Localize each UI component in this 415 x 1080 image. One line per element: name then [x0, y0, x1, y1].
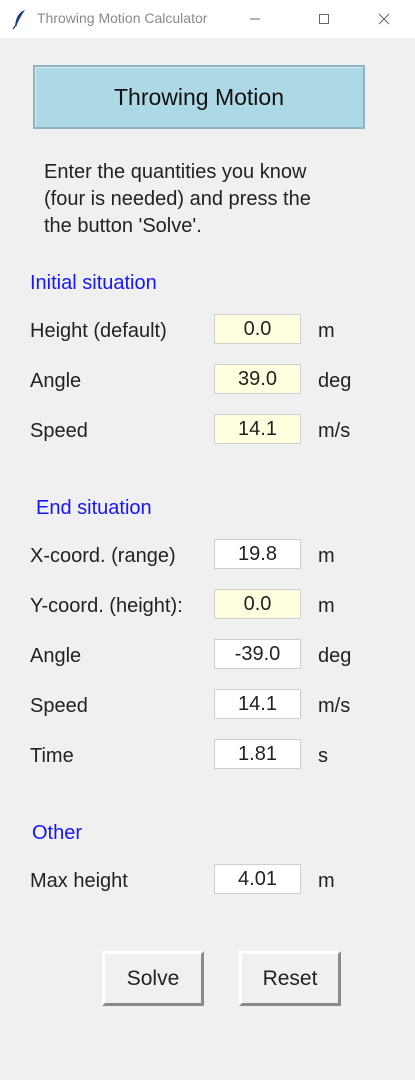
initial-speed-label: Speed [30, 420, 88, 442]
maximize-button[interactable] [301, 0, 347, 38]
initial-speed-unit: m/s [318, 420, 351, 442]
initial-height-unit: m [318, 320, 335, 342]
initial-angle-label: Angle [30, 370, 82, 392]
initial-situation-heading: Initial situation [30, 272, 157, 294]
end-speed-input[interactable] [214, 689, 301, 719]
minimize-icon [250, 18, 260, 20]
max-height-label: Max height [30, 870, 128, 892]
initial-angle-unit: deg [318, 370, 352, 392]
end-angle-unit: deg [318, 645, 352, 667]
end-angle-input[interactable] [214, 639, 301, 669]
end-speed-label: Speed [30, 695, 88, 717]
close-button[interactable] [361, 0, 407, 38]
instructions-text: Enter the quantities you know (four is n… [44, 161, 311, 237]
end-x-unit: m [318, 545, 335, 567]
end-y-label: Y-coord. (height): [30, 595, 183, 617]
end-y-input[interactable] [214, 589, 301, 619]
end-x-label: X-coord. (range) [30, 545, 176, 567]
end-y-unit: m [318, 595, 335, 617]
close-icon [378, 13, 390, 25]
max-height-unit: m [318, 870, 335, 892]
end-speed-unit: m/s [318, 695, 351, 717]
solve-button[interactable]: Solve [102, 951, 204, 1006]
other-heading: Other [32, 822, 83, 844]
title-bar: Throwing Motion Calculator [0, 0, 415, 38]
max-height-input[interactable] [214, 864, 301, 894]
window-title: Throwing Motion Calculator [37, 10, 208, 26]
end-x-input[interactable] [214, 539, 301, 569]
initial-angle-input[interactable] [214, 364, 301, 394]
maximize-icon [319, 14, 329, 24]
app-heading: Throwing Motion [33, 65, 365, 129]
end-time-label: Time [30, 745, 74, 767]
end-time-unit: s [318, 745, 328, 767]
initial-height-label: Height (default) [30, 320, 167, 342]
feather-icon [12, 9, 28, 30]
end-situation-heading: End situation [36, 497, 152, 519]
minimize-button[interactable] [232, 0, 278, 38]
initial-speed-input[interactable] [214, 414, 301, 444]
reset-button[interactable]: Reset [239, 951, 341, 1006]
main-panel: Throwing Motion Enter the quantities you… [0, 38, 415, 1080]
end-time-input[interactable] [214, 739, 301, 769]
initial-height-input[interactable] [214, 314, 301, 344]
end-angle-label: Angle [30, 645, 82, 667]
